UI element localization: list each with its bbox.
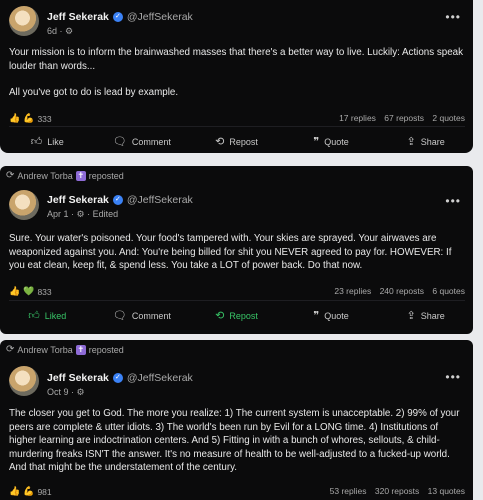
comment-label: Comment xyxy=(131,136,171,147)
author-name[interactable]: Jeff Sekerak xyxy=(47,194,109,206)
action-bar: 👍︎ Liked 🗨 Comment ⟲ Repost ❞ Quote ⇪ Share xyxy=(0,309,473,322)
reposter-name[interactable]: Andrew Torba xyxy=(17,171,72,181)
reposts-count[interactable]: 67 reposts xyxy=(384,113,424,123)
reactions-summary[interactable]: 👍 💪 981 xyxy=(9,486,52,497)
more-options-icon[interactable]: ••• xyxy=(445,370,461,384)
author-row: Jeff Sekerak ✓ @JeffSekerak xyxy=(47,372,193,384)
post-paragraph: The closer you get to God. The more you … xyxy=(9,408,460,473)
post-body: The closer you get to God. The more you … xyxy=(9,407,467,475)
reactions-summary[interactable]: 👍 💚 833 xyxy=(9,286,52,297)
cross-badge-icon: ✝ xyxy=(75,344,86,355)
quotes-count[interactable]: 6 quotes xyxy=(432,286,465,296)
author-row: Jeff Sekerak ✓ @JeffSekerak xyxy=(47,194,193,206)
heart-icon: 💚 xyxy=(23,286,35,296)
quotes-count[interactable]: 2 quotes xyxy=(432,113,465,123)
author-name[interactable]: Jeff Sekerak xyxy=(47,372,109,384)
reposter-name[interactable]: Andrew Torba xyxy=(17,345,72,355)
more-options-icon[interactable]: ••• xyxy=(445,194,461,208)
quote-button[interactable]: ❞ Quote xyxy=(284,135,379,148)
repost-banner: ⟳ Andrew Torba ✝ reposted xyxy=(6,170,124,181)
avatar[interactable] xyxy=(9,366,39,396)
more-options-icon[interactable]: ••• xyxy=(445,10,461,24)
share-label: Share xyxy=(420,310,445,321)
avatar[interactable] xyxy=(9,6,39,36)
quotes-count[interactable]: 13 quotes xyxy=(428,486,465,496)
author-handle[interactable]: @JeffSekerak xyxy=(127,194,193,206)
comment-button[interactable]: 🗨 Comment xyxy=(95,135,190,148)
muscle-icon: 💪 xyxy=(23,113,35,123)
thumbs-up-icon: 👍 xyxy=(9,286,21,296)
quote-button[interactable]: ❞ Quote xyxy=(284,309,379,322)
thumbs-up-icon: 👍 xyxy=(9,486,21,496)
verified-icon: ✓ xyxy=(112,373,123,383)
author-handle[interactable]: @JeffSekerak xyxy=(127,372,193,384)
stats-row: 👍 💪 981 53 replies 320 reposts 13 quotes xyxy=(9,486,465,497)
share-label: Share xyxy=(420,136,445,147)
author-handle[interactable]: @JeffSekerak xyxy=(127,11,193,23)
thumbs-up-icon: 👍 xyxy=(9,113,21,123)
quote-icon: ❞ xyxy=(313,310,320,322)
reposts-count[interactable]: 240 reposts xyxy=(380,286,424,296)
post-paragraph: Sure. Your water's poisoned. Your food's… xyxy=(9,233,452,271)
post-paragraph: All you've got to do is lead by example. xyxy=(9,87,179,98)
quote-icon: ❞ xyxy=(313,136,320,148)
stats-row: 👍 💚 833 23 replies 240 reposts 6 quotes xyxy=(9,286,465,297)
like-label: Like xyxy=(47,136,64,147)
post-timestamp[interactable]: Apr 1 · ⚙ · Edited xyxy=(47,209,118,220)
repost-icon: ⟳ xyxy=(6,344,15,355)
post-paragraph: Your mission is to inform the brainwashe… xyxy=(9,47,464,72)
reposted-label: reposted xyxy=(88,344,124,355)
post-timestamp[interactable]: Oct 9 · ⚙ xyxy=(47,387,85,398)
repost-label: Repost xyxy=(229,310,258,321)
reactions-count: 333 xyxy=(37,113,52,124)
muscle-icon: 💪 xyxy=(23,486,35,496)
post-card: ⟳ Andrew Torba ✝ reposted Jeff Sekerak ✓… xyxy=(0,340,473,500)
like-label: Liked xyxy=(44,310,67,321)
repost-icon: ⟲ xyxy=(215,310,225,322)
repost-banner: ⟳ Andrew Torba ✝ reposted xyxy=(6,344,124,355)
repost-icon: ⟳ xyxy=(6,170,15,181)
replies-count[interactable]: 17 replies xyxy=(339,113,376,123)
cross-badge-icon: ✝ xyxy=(75,170,86,181)
divider xyxy=(9,126,465,127)
repost-label: Repost xyxy=(229,136,258,147)
author-name[interactable]: Jeff Sekerak xyxy=(47,11,109,23)
share-button[interactable]: ⇪ Share xyxy=(378,135,473,148)
post-card: Jeff Sekerak ✓ @JeffSekerak 6d · ⚙ ••• Y… xyxy=(0,0,473,153)
author-row: Jeff Sekerak ✓ @JeffSekerak xyxy=(47,11,193,23)
reposted-label: reposted xyxy=(88,170,124,181)
post-body: Sure. Your water's poisoned. Your food's… xyxy=(9,232,467,273)
quote-label: Quote xyxy=(324,310,349,321)
repost-button[interactable]: ⟲ Repost xyxy=(189,135,284,148)
thumbs-up-icon: 👍︎ xyxy=(30,136,43,148)
quote-label: Quote xyxy=(324,136,349,147)
stats-row: 👍 💪 333 17 replies 67 reposts 2 quotes xyxy=(9,113,465,124)
post-card: ⟳ Andrew Torba ✝ reposted Jeff Sekerak ✓… xyxy=(0,166,473,334)
post-body: Your mission is to inform the brainwashe… xyxy=(9,46,467,100)
reposts-count[interactable]: 320 reposts xyxy=(375,486,419,496)
comment-icon: 🗨 xyxy=(112,310,127,322)
replies-count[interactable]: 23 replies xyxy=(334,286,371,296)
thumbs-up-icon: 👍︎ xyxy=(28,310,40,322)
reactions-summary[interactable]: 👍 💪 333 xyxy=(9,113,52,124)
reactions-count: 981 xyxy=(37,486,52,497)
avatar[interactable] xyxy=(9,190,39,220)
reactions-count: 833 xyxy=(37,286,52,297)
verified-icon: ✓ xyxy=(112,195,123,205)
action-bar: 👍︎ Like 🗨 Comment ⟲ Repost ❞ Quote ⇪ Share xyxy=(0,135,473,148)
comment-icon: 🗨 xyxy=(112,136,127,148)
like-button[interactable]: 👍︎ Like xyxy=(0,135,95,148)
comment-label: Comment xyxy=(131,310,171,321)
divider xyxy=(9,300,465,301)
repost-button[interactable]: ⟲ Repost xyxy=(189,309,284,322)
share-icon: ⇪ xyxy=(406,136,416,148)
like-button[interactable]: 👍︎ Liked xyxy=(0,309,95,322)
post-timestamp[interactable]: 6d · ⚙ xyxy=(47,26,73,37)
share-button[interactable]: ⇪ Share xyxy=(378,309,473,322)
comment-button[interactable]: 🗨 Comment xyxy=(95,309,190,322)
repost-icon: ⟲ xyxy=(215,136,225,148)
verified-icon: ✓ xyxy=(112,12,123,22)
share-icon: ⇪ xyxy=(406,310,416,322)
replies-count[interactable]: 53 replies xyxy=(330,486,367,496)
